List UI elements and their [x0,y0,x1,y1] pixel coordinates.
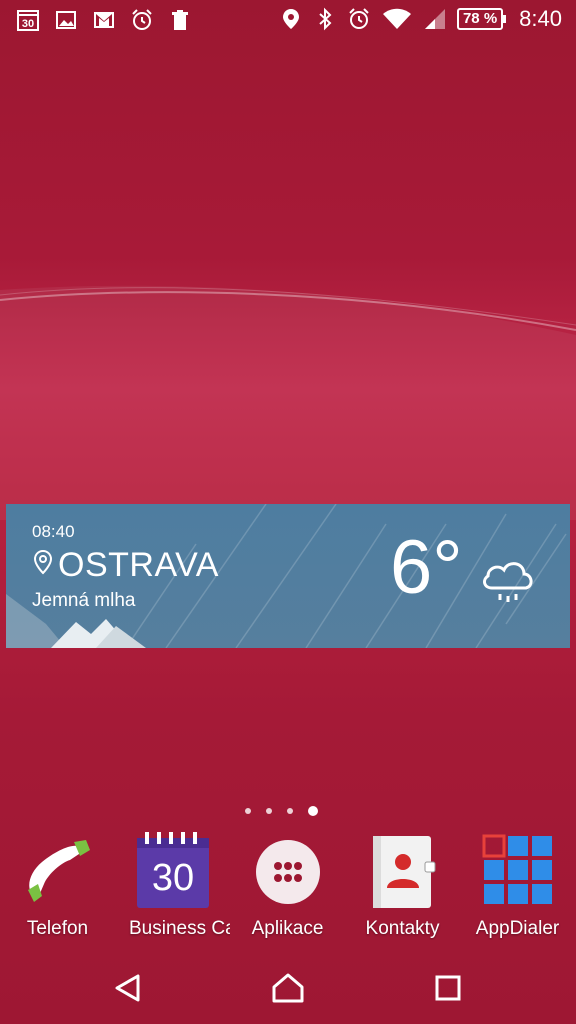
app-kontakty[interactable]: Kontakty [345,828,460,948]
location-icon [279,7,303,31]
svg-text:30: 30 [22,18,34,30]
recents-icon[interactable] [428,968,468,1008]
contacts-icon [363,832,443,912]
status-bar: 30 78 % 8:40 [0,0,576,40]
weather-widget[interactable]: 08:40 OSTRAVA Jemná mlha 6° [6,504,570,648]
app-label: Business Cal [129,918,230,939]
wifi-icon [381,7,413,31]
rain-cloud-icon [478,554,538,615]
app-label: Aplikace [251,918,324,939]
alarm-app-icon [130,8,154,32]
app-label: AppDialer [475,918,560,939]
back-icon[interactable] [108,968,148,1008]
app-telefon[interactable]: Telefon [0,828,115,948]
app-appdialer[interactable]: AppDialer [460,828,575,948]
weather-city-name: OSTRAVA [58,546,219,584]
page-indicator [245,806,318,816]
app-label: Kontakty [365,918,440,939]
page-dot [287,808,293,814]
app-drawer-icon [248,832,328,912]
weather-time: 08:40 [32,522,75,541]
app-aplikace[interactable]: Aplikace [230,828,345,948]
weather-condition: Jemná mlha [32,590,136,611]
signal-icon [423,7,447,31]
trash-icon [168,8,192,32]
app-label: Telefon [26,918,89,939]
bluetooth-icon [313,7,337,31]
alarm-icon [347,7,371,31]
weather-city: OSTRAVA [32,546,219,585]
svg-text:30: 30 [151,857,193,899]
gmail-icon [92,8,116,32]
home-screen: 30 78 % 8:40 08:40 OSTRAVA Jemná mlha 6°… [0,0,576,1024]
app-business-calendar[interactable]: 30 Business Cal [115,828,230,948]
phone-icon [18,832,98,912]
weather-temperature: 6° [390,525,463,610]
dock: Telefon 30 Business Cal Aplikace Kontakt… [0,828,576,948]
battery-indicator: 78 % [456,8,507,30]
status-clock: 8:40 [519,6,562,31]
page-dot [245,808,251,814]
calendar-30-icon: 30 [16,8,40,32]
appdialer-icon [478,832,558,912]
gallery-icon [54,8,78,32]
home-icon[interactable] [268,968,308,1008]
business-calendar-icon: 30 [133,832,213,912]
page-dot [266,808,272,814]
page-dot-active [308,806,318,816]
navigation-bar [0,950,576,1024]
location-pin-icon [32,546,54,585]
